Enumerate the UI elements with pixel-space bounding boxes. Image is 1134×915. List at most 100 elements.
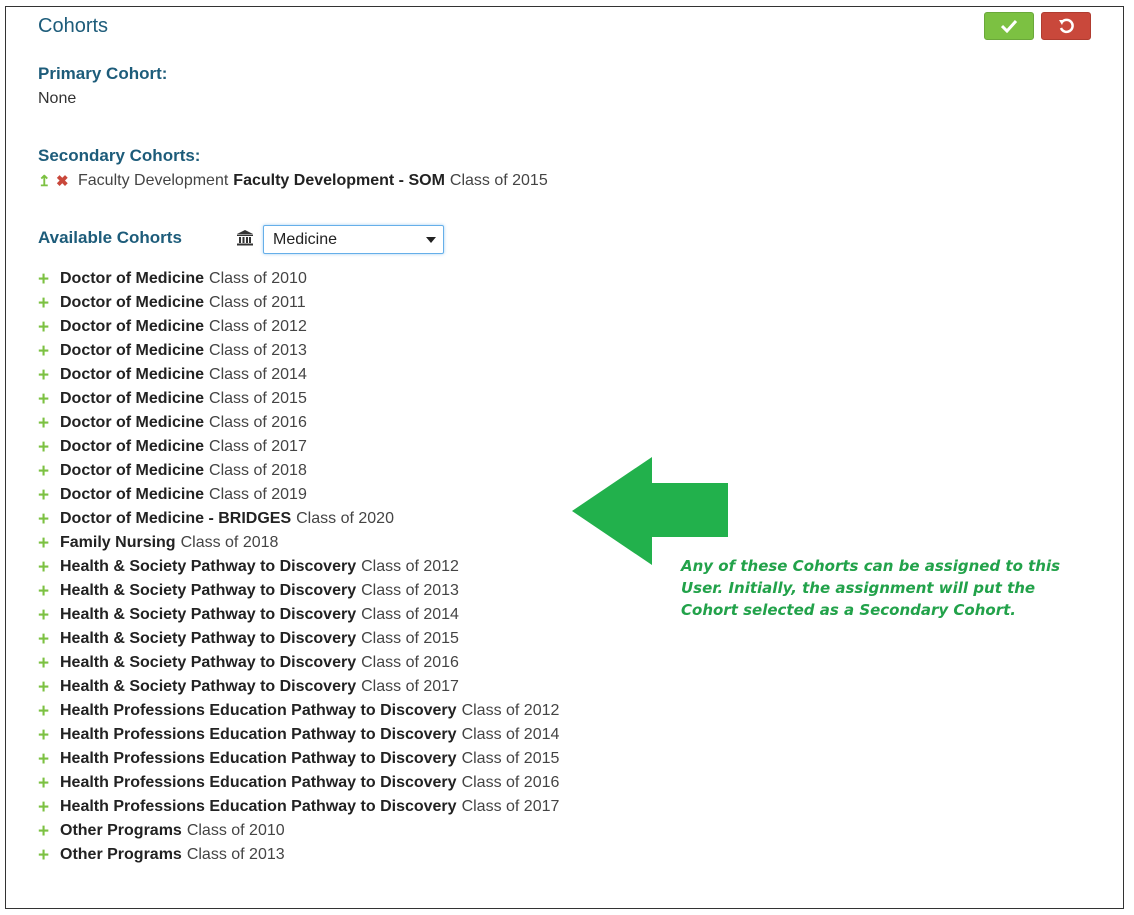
- list-item[interactable]: + Doctor of Medicine Class of 2017: [38, 435, 559, 459]
- add-icon[interactable]: +: [38, 606, 60, 625]
- panel-title: Cohorts: [38, 15, 109, 37]
- school-select-value: Medicine: [273, 231, 338, 248]
- list-item[interactable]: + Health & Society Pathway to Discovery Cl…: [38, 675, 559, 699]
- cohort-program: Health Professions Education Pathway to …: [60, 798, 457, 815]
- cohort-program: Health & Society Pathway to Discovery: [60, 630, 357, 647]
- list-item[interactable]: + Doctor of Medicine Class of 2014: [38, 363, 559, 387]
- add-icon[interactable]: +: [38, 510, 60, 529]
- list-item[interactable]: + Health Professions Education Pathway to…: [38, 771, 559, 795]
- add-icon[interactable]: +: [38, 774, 60, 793]
- remove-icon[interactable]: ✖: [56, 172, 78, 190]
- cohort-program: Health & Society Pathway to Discovery: [60, 606, 357, 623]
- cohort-program: Doctor of Medicine: [60, 294, 205, 311]
- list-item[interactable]: + Doctor of Medicine Class of 2019: [38, 483, 559, 507]
- list-item[interactable]: + Doctor of Medicine Class of 2012: [38, 315, 559, 339]
- undo-icon: [1059, 18, 1074, 34]
- cohort-program: Family Nursing: [60, 534, 176, 551]
- cohort-class: Class of 2014: [209, 366, 307, 383]
- list-item[interactable]: + Doctor of Medicine - BRIDGES Class of 20…: [38, 507, 559, 531]
- cohort-class: Class of 2014: [461, 726, 560, 743]
- cohort-program: Health & Society Pathway to Discovery: [60, 582, 357, 599]
- cohort-class: Class of 2015: [209, 390, 307, 407]
- add-icon[interactable]: +: [38, 414, 60, 433]
- cohort-class: Class of 2010: [186, 822, 285, 839]
- add-icon[interactable]: +: [38, 366, 60, 385]
- cohort-program: Health & Society Pathway to Discovery: [60, 558, 357, 575]
- list-item[interactable]: + Other Programs Class of 2013: [38, 843, 559, 867]
- promote-icon[interactable]: ↥: [38, 172, 56, 190]
- list-item[interactable]: + Family Nursing Class of 2018: [38, 531, 559, 555]
- add-icon[interactable]: +: [38, 462, 60, 481]
- add-icon[interactable]: +: [38, 582, 60, 601]
- list-item[interactable]: + Doctor of Medicine Class of 2011: [38, 291, 559, 315]
- add-icon[interactable]: +: [38, 318, 60, 337]
- add-icon[interactable]: +: [38, 438, 60, 457]
- add-icon[interactable]: +: [38, 534, 60, 553]
- add-icon[interactable]: +: [38, 654, 60, 673]
- cohorts-panel: Cohorts Primary Cohort: None Secondary C…: [5, 6, 1124, 909]
- cohort-program: Other Programs: [60, 822, 182, 839]
- secondary-class: Class of 2015: [449, 172, 548, 189]
- cohort-program: Doctor of Medicine - BRIDGES: [60, 510, 292, 527]
- add-icon[interactable]: +: [38, 342, 60, 361]
- cohort-program: Doctor of Medicine: [60, 438, 205, 455]
- cohort-program: Health Professions Education Pathway to …: [60, 726, 457, 743]
- available-cohorts-list: + Doctor of Medicine Class of 2010 + Doctor …: [38, 267, 559, 867]
- cohort-class: Class of 2016: [461, 774, 560, 791]
- add-icon[interactable]: +: [38, 630, 60, 649]
- add-icon[interactable]: +: [38, 726, 60, 745]
- cohort-class: Class of 2012: [209, 318, 307, 335]
- cohort-program: Health Professions Education Pathway to …: [60, 750, 457, 767]
- undo-button[interactable]: [1041, 12, 1091, 40]
- add-icon[interactable]: +: [38, 486, 60, 505]
- cohort-class: Class of 2011: [209, 294, 306, 311]
- school-select[interactable]: Medicine: [263, 225, 444, 254]
- cohort-program: Other Programs: [60, 846, 182, 863]
- cohort-class: Class of 2016: [209, 414, 307, 431]
- cohort-class: Class of 2018: [180, 534, 279, 551]
- add-icon[interactable]: +: [38, 750, 60, 769]
- add-icon[interactable]: +: [38, 678, 60, 697]
- cohort-class: Class of 2018: [209, 462, 307, 479]
- cohort-class: Class of 2014: [361, 606, 459, 623]
- add-icon[interactable]: +: [38, 798, 60, 817]
- list-item[interactable]: + Health Professions Education Pathway to…: [38, 699, 559, 723]
- add-icon[interactable]: +: [38, 822, 60, 841]
- list-item[interactable]: + Doctor of Medicine Class of 2010: [38, 267, 559, 291]
- list-item[interactable]: + Health & Society Pathway to Discovery Cl…: [38, 627, 559, 651]
- list-item[interactable]: + Health Professions Education Pathway to…: [38, 795, 559, 819]
- list-item[interactable]: + Doctor of Medicine Class of 2018: [38, 459, 559, 483]
- cohort-program: Doctor of Medicine: [60, 270, 205, 287]
- list-item[interactable]: + Health Professions Education Pathway to…: [38, 747, 559, 771]
- add-icon[interactable]: +: [38, 294, 60, 313]
- add-icon[interactable]: +: [38, 270, 60, 289]
- add-icon[interactable]: +: [38, 390, 60, 409]
- available-cohorts-label: Available Cohorts: [38, 228, 182, 247]
- add-icon[interactable]: +: [38, 558, 60, 577]
- list-item[interactable]: + Health & Society Pathway to Discovery Cl…: [38, 555, 559, 579]
- secondary-school: Faculty Development: [78, 172, 229, 189]
- list-item[interactable]: + Other Programs Class of 2010: [38, 819, 559, 843]
- list-item[interactable]: + Health & Society Pathway to Discovery Cl…: [38, 651, 559, 675]
- annotation-note: Any of these Cohorts can be assigned to …: [681, 557, 1061, 619]
- cohort-class: Class of 2012: [461, 702, 560, 719]
- cohort-program: Health Professions Education Pathway to …: [60, 774, 457, 791]
- cohort-class: Class of 2017: [461, 798, 560, 815]
- cohort-class: Class of 2017: [209, 438, 307, 455]
- list-item[interactable]: + Health & Society Pathway to Discovery Cl…: [38, 603, 559, 627]
- cohort-class: Class of 2012: [361, 558, 459, 575]
- list-item[interactable]: + Doctor of Medicine Class of 2015: [38, 387, 559, 411]
- cohort-program: Health & Society Pathway to Discovery: [60, 678, 357, 695]
- list-item[interactable]: + Doctor of Medicine Class of 2013: [38, 339, 559, 363]
- cohort-program: Doctor of Medicine: [60, 318, 205, 335]
- add-icon[interactable]: +: [38, 846, 60, 865]
- add-icon[interactable]: +: [38, 702, 60, 721]
- green-arrow-left: [572, 457, 728, 565]
- cohort-program: Doctor of Medicine: [60, 366, 205, 383]
- save-button[interactable]: [984, 12, 1034, 40]
- list-item[interactable]: + Health & Society Pathway to Discovery Cl…: [38, 579, 559, 603]
- list-item[interactable]: + Health Professions Education Pathway to…: [38, 723, 559, 747]
- list-item[interactable]: + Doctor of Medicine Class of 2016: [38, 411, 559, 435]
- cohort-class: Class of 2010: [209, 270, 307, 287]
- cohort-program: Health Professions Education Pathway to …: [60, 702, 457, 719]
